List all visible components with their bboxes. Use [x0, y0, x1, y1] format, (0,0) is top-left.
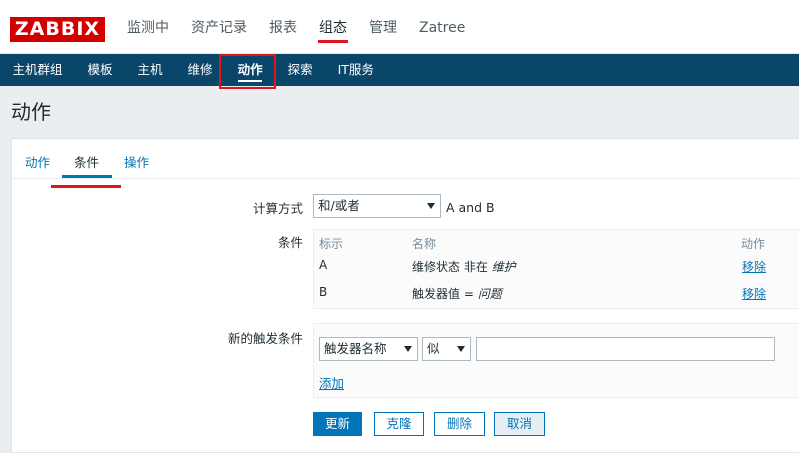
- condition-type-select[interactable]: 触发器名称: [319, 337, 418, 361]
- tab-conditions[interactable]: 条件: [74, 152, 99, 171]
- top-nav-inventory[interactable]: 资产记录: [180, 0, 258, 54]
- operator-value: 似: [427, 341, 440, 356]
- condition-b-label: B: [319, 285, 328, 299]
- conditions-table: 标示 名称 动作 A 维修状态 非在 维护 移除 B 触发器值 = 问题 移除: [313, 229, 799, 309]
- conditions-label: 条件: [277, 235, 303, 250]
- sub-nav-it-services[interactable]: IT服务: [325, 54, 386, 86]
- condition-a-remove-link[interactable]: 移除: [742, 258, 766, 275]
- chevron-down-icon: [427, 203, 435, 209]
- sub-nav-host-groups[interactable]: 主机群组: [0, 54, 75, 86]
- add-condition-link[interactable]: 添加: [319, 373, 344, 392]
- top-nav-reports[interactable]: 报表: [258, 0, 308, 54]
- clone-button[interactable]: 克隆: [374, 412, 424, 436]
- highlight-box: [219, 54, 276, 89]
- cancel-button[interactable]: 取消: [494, 412, 545, 436]
- page-title: 动作: [11, 100, 51, 124]
- condition-type-value: 触发器名称: [324, 341, 387, 356]
- top-nav-administration[interactable]: 管理: [358, 0, 408, 54]
- calc-select-value: 和/或者: [318, 198, 360, 213]
- sub-nav-maintenance[interactable]: 维修: [175, 54, 225, 86]
- sub-nav: 主机群组 模板 主机 维修 动作 探索 IT服务: [0, 54, 799, 86]
- top-header: ZABBIX 监测中 资产记录 报表 组态 管理 Zatree: [0, 0, 799, 54]
- condition-b-name: 触发器值 = 问题: [412, 287, 502, 301]
- calc-label: 计算方式: [252, 201, 303, 216]
- col-header-name: 名称: [412, 237, 437, 251]
- operator-select[interactable]: 似: [422, 337, 471, 361]
- calc-select[interactable]: 和/或者: [313, 194, 441, 218]
- new-condition-label: 新的触发条件: [227, 331, 303, 346]
- col-header-label: 标示: [319, 237, 344, 251]
- calc-expression: A and B: [446, 200, 495, 215]
- chevron-down-icon: [457, 346, 465, 352]
- top-nav-monitoring[interactable]: 监测中: [116, 0, 180, 54]
- col-header-action: 动作: [741, 237, 766, 251]
- active-tab-indicator: [62, 175, 112, 178]
- delete-button[interactable]: 删除: [434, 412, 485, 436]
- update-button[interactable]: 更新: [313, 412, 362, 436]
- form-panel: 动作 条件 操作 计算方式 和/或者 A and B 条件 标示 名称 动作 A…: [11, 138, 799, 453]
- top-nav: 监测中 资产记录 报表 组态 管理 Zatree: [116, 0, 476, 54]
- top-nav-configuration[interactable]: 组态: [308, 0, 358, 54]
- new-condition-box: 触发器名称 似 添加: [313, 323, 799, 398]
- chevron-down-icon: [404, 346, 412, 352]
- highlight-underline: [51, 185, 121, 188]
- tab-operations[interactable]: 操作: [124, 152, 149, 171]
- condition-b-remove-link[interactable]: 移除: [742, 285, 766, 302]
- sub-nav-templates[interactable]: 模板: [75, 54, 125, 86]
- sub-nav-hosts[interactable]: 主机: [125, 54, 175, 86]
- zabbix-logo[interactable]: ZABBIX: [10, 17, 105, 42]
- condition-value-input[interactable]: [476, 337, 775, 361]
- sub-nav-discovery[interactable]: 探索: [275, 54, 325, 86]
- top-nav-zatree[interactable]: Zatree: [408, 0, 476, 54]
- condition-a-label: A: [319, 258, 328, 272]
- tab-action[interactable]: 动作: [25, 152, 50, 171]
- condition-a-name: 维修状态 非在 维护: [412, 260, 516, 274]
- tab-bar: 动作 条件 操作: [12, 139, 799, 179]
